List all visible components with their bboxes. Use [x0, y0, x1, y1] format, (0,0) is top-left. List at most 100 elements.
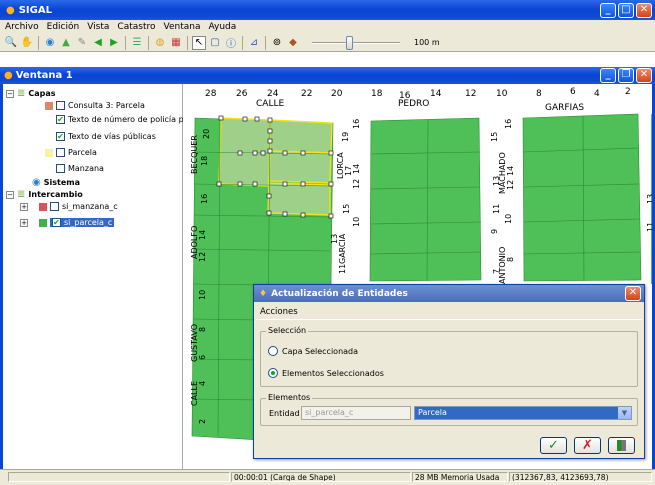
dialog-menu-divider	[256, 319, 642, 320]
tree-label: si_parcela_c	[64, 218, 113, 227]
layer-checkbox[interactable]: ✔	[56, 132, 65, 141]
measure-icon[interactable]: ⊿	[247, 36, 261, 50]
tree-node-si-manzana[interactable]: + si_manzana_c	[20, 202, 118, 211]
toolbar-separator	[125, 35, 126, 50]
minimize-button[interactable]: _	[600, 3, 616, 18]
house-number: 26	[236, 89, 248, 99]
layer-checkbox[interactable]: ✔	[52, 218, 61, 227]
house-number: 11	[492, 204, 501, 214]
menu-item-catastro[interactable]: Catastro	[116, 22, 156, 32]
cross-icon: ✗	[582, 438, 593, 453]
radio-label: Elementos Seleccionados	[282, 368, 384, 378]
menu-item-vista[interactable]: Vista	[86, 22, 110, 32]
house-number: 14	[506, 166, 515, 176]
tree-node-sistema[interactable]: ◉ Sistema	[32, 177, 80, 188]
tree-node-parcela[interactable]: Parcela	[45, 148, 97, 157]
menu-item-archivo[interactable]: Archivo	[4, 22, 40, 32]
close-button[interactable]: ✕	[636, 3, 652, 18]
layers-icon[interactable]: ▲	[59, 36, 73, 50]
tree-node-intercambio[interactable]: − ≣ Intercambio	[6, 189, 83, 200]
chevron-down-icon[interactable]: ▼	[618, 407, 631, 419]
scale-slider-track	[312, 41, 400, 44]
cancel-button[interactable]: ✗	[574, 437, 601, 454]
back-arrow-icon[interactable]: ◀	[91, 36, 105, 50]
select-arrow-icon[interactable]: ↖	[192, 35, 206, 50]
checkmark-icon: ✓	[548, 438, 559, 453]
expand-icon[interactable]: +	[20, 202, 28, 211]
layer-checkbox[interactable]	[56, 148, 65, 157]
selected-parcel[interactable]	[267, 182, 331, 216]
tree-label: Parcela	[68, 148, 97, 157]
collapse-icon[interactable]: −	[6, 89, 14, 98]
entidad-select-value: Parcela	[418, 408, 447, 417]
inner-minimize-button[interactable]: _	[600, 68, 616, 83]
radio-elementos-seleccionados[interactable]: Elementos Seleccionados	[268, 368, 384, 378]
inner-restore-button[interactable]: ❐	[618, 68, 634, 83]
exit-button[interactable]	[608, 437, 635, 454]
list-icon[interactable]: ☰	[130, 36, 144, 50]
tree-node-texto-vias[interactable]: ✔ Texto de vías públicas	[56, 132, 156, 141]
layer-checkbox[interactable]: ✔	[56, 115, 65, 124]
layer-checkbox[interactable]	[50, 202, 59, 211]
status-coordinates: (312367,83, 4123693,78)	[509, 472, 652, 482]
forward-arrow-icon[interactable]: ▶	[107, 36, 121, 50]
house-number: 9	[490, 229, 499, 234]
ok-button[interactable]: ✓	[540, 437, 567, 454]
collapse-icon[interactable]: −	[6, 190, 14, 199]
pan-hand-icon[interactable]: ✋	[20, 36, 34, 50]
menu-item-edición[interactable]: Edición	[46, 22, 81, 32]
tree-node-texto-policia[interactable]: ✔ Texto de número de policía par	[56, 115, 192, 124]
tree-label: Sistema	[43, 178, 80, 187]
tree-node-consulta[interactable]: Consulta 3: Parcela	[45, 101, 145, 110]
swatch-icon	[39, 218, 47, 227]
radio-capa-seleccionada[interactable]: Capa Seleccionada	[268, 346, 358, 356]
selected-parcel[interactable]	[268, 150, 332, 184]
parcel-block[interactable]	[522, 113, 642, 282]
menu-item-ayuda[interactable]: Ayuda	[207, 22, 237, 32]
entidad-field[interactable]: si_parcela_c	[301, 406, 411, 420]
info-icon[interactable]: ⓘ	[224, 36, 238, 50]
tree-node-manzana[interactable]: Manzana	[56, 164, 104, 173]
dialog-menu-acciones[interactable]: Acciones	[260, 307, 298, 317]
menu-item-ventana[interactable]: Ventana	[163, 22, 202, 32]
house-number: 2	[198, 419, 207, 424]
radio-button[interactable]	[268, 346, 278, 356]
scale-slider-thumb[interactable]	[346, 35, 354, 50]
palette-icon[interactable]: ◍	[153, 36, 167, 50]
zoom-icon[interactable]: 🔍	[4, 36, 18, 50]
inner-close-button[interactable]: ✕	[636, 68, 652, 83]
block-right	[522, 113, 642, 282]
tree-label: Capas	[28, 89, 56, 98]
rectangle-select-icon[interactable]: ▢	[208, 36, 222, 50]
layer-checkbox[interactable]	[56, 101, 65, 110]
group-seleccion: Selección Capa Seleccionada Elementos Se…	[260, 326, 638, 387]
edit-pencil-icon[interactable]: ✎	[75, 36, 89, 50]
house-number: 14	[430, 89, 442, 99]
house-number: 14	[198, 230, 207, 240]
globe-icon[interactable]: ◉	[43, 36, 57, 50]
tree-label: Consulta 3: Parcela	[68, 101, 145, 110]
inner-window-title-bar: ● Ventana 1 _ ❐ ✕	[0, 67, 655, 84]
layer-tree-panel: − ≣ Capas Consulta 3: Parcela ✔ Texto de…	[0, 84, 192, 469]
group-elementos: Elementos Entidad si_parcela_c Parcela ▼	[260, 393, 638, 426]
maximize-button[interactable]: □	[618, 3, 634, 18]
radio-button[interactable]	[268, 368, 278, 378]
expand-icon[interactable]: +	[20, 218, 28, 227]
layers-stack-icon: ≣	[17, 189, 26, 200]
tree-node-si-parcela[interactable]: + ✔ si_parcela_c	[20, 218, 115, 227]
radio-label: Capa Seleccionada	[282, 346, 359, 356]
layer-checkbox[interactable]	[56, 164, 65, 173]
binoculars-icon[interactable]: ⊚	[270, 36, 284, 50]
selected-tree-item[interactable]: ✔ si_parcela_c	[50, 218, 115, 227]
menu-bar: Archivo Edición Vista Catastro Ventana Ayuda	[0, 20, 655, 34]
dialog-close-button[interactable]: ✕	[625, 286, 641, 301]
table-icon[interactable]: ▦	[169, 36, 183, 50]
selected-parcel[interactable]	[269, 119, 333, 154]
street-name: GARCIA	[338, 233, 347, 264]
entidad-select[interactable]: Parcela ▼	[414, 406, 632, 420]
tree-node-capas[interactable]: − ≣ Capas	[6, 88, 56, 99]
toolbar-separator	[265, 35, 266, 50]
parcel-block[interactable]	[369, 117, 482, 282]
scale-slider[interactable]	[312, 35, 400, 50]
package-icon[interactable]: ◆	[286, 36, 300, 50]
